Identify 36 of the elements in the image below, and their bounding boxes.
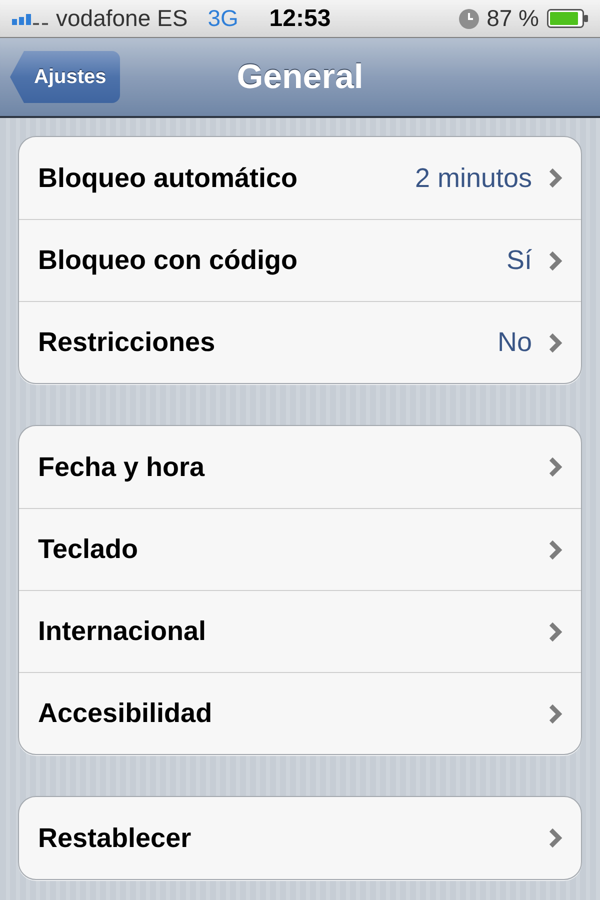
settings-row[interactable]: Internacional — [19, 590, 581, 672]
chevron-icon — [548, 702, 563, 724]
chevron-icon — [548, 538, 563, 560]
page-title: General — [236, 60, 364, 94]
row-label: Bloqueo con código — [38, 244, 298, 278]
settings-row[interactable]: Restablecer — [19, 797, 581, 879]
back-button[interactable]: Ajustes — [10, 51, 120, 103]
chevron-icon — [548, 827, 563, 849]
settings-row[interactable]: Restricciones No — [19, 301, 581, 383]
chevron-icon — [548, 332, 563, 354]
row-value: No — [497, 326, 532, 360]
battery-icon — [547, 9, 588, 28]
row-label: Internacional — [38, 615, 206, 648]
row-label: Teclado — [38, 533, 138, 566]
settings-row[interactable]: Accesibilidad — [19, 672, 581, 754]
row-label: Accesibilidad — [38, 697, 212, 730]
chevron-icon — [548, 250, 563, 272]
row-value: 2 minutos — [414, 162, 532, 195]
battery-percent: 87 % — [486, 7, 539, 30]
clock-icon — [458, 8, 479, 28]
clock-time: 12:53 — [269, 6, 331, 30]
carrier-name: vodafone ES — [56, 7, 188, 30]
chevron-icon — [548, 167, 563, 189]
settings-row[interactable]: Fecha y hora — [19, 426, 581, 508]
row-label: Fecha y hora — [38, 450, 205, 484]
network-type: 3G — [208, 7, 238, 30]
row-label: Restricciones — [38, 326, 216, 360]
settings-row[interactable]: Bloqueo con código Sí — [19, 219, 581, 301]
signal-icon — [12, 12, 50, 25]
settings-row[interactable]: Teclado — [19, 508, 581, 590]
settings-row[interactable]: Bloqueo automático 2 minutos — [19, 137, 581, 219]
row-label: Bloqueo automático — [38, 162, 298, 195]
chevron-icon — [548, 456, 563, 478]
chevron-icon — [548, 620, 563, 642]
row-value: Sí — [506, 244, 532, 278]
row-label: Restablecer — [38, 822, 192, 855]
